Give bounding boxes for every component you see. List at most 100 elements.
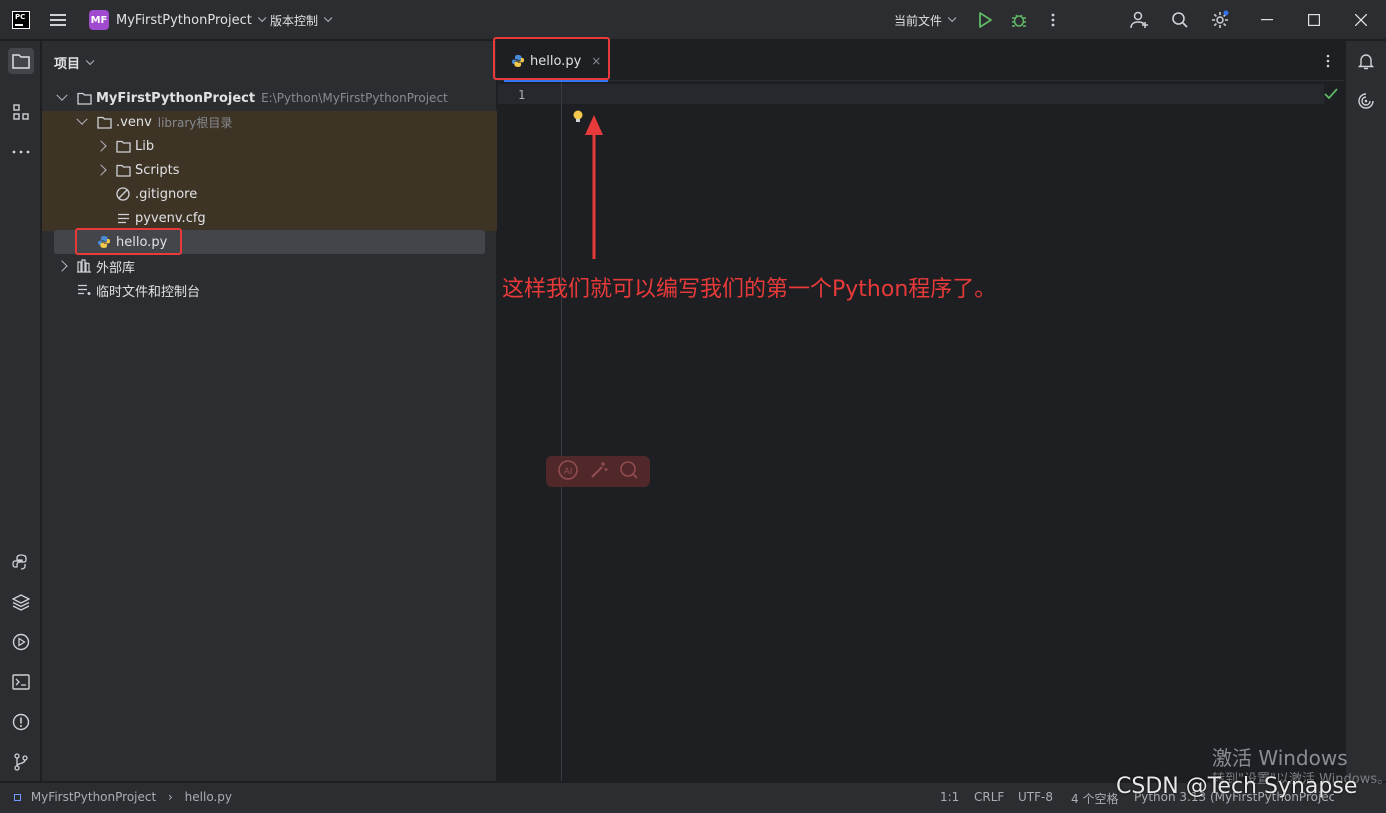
minimize-button[interactable] [1244,0,1290,40]
settings-button[interactable] [1210,10,1230,30]
ai-icon-button[interactable]: AI [557,459,579,485]
annotation-text: 这样我们就可以编写我们的第一个Python程序了。 [502,277,997,302]
main-menu-button[interactable] [50,0,70,40]
layers-icon [12,594,30,611]
tree-node-scratches[interactable]: 临时文件和控制台 [76,278,200,302]
tree-node-scripts[interactable]: Scripts [95,158,180,182]
tree-node-pyvenv[interactable]: pyvenv.cfg [115,206,206,230]
ai-icon: AI [558,459,578,480]
tree-node-label: .venv [116,114,152,130]
folder-icon [115,139,131,153]
bell-icon [1358,54,1374,70]
project-name-label: MyFirstPythonProject [116,12,252,28]
more-actions-button[interactable] [1043,10,1063,30]
python-console-button[interactable] [8,549,34,575]
pycharm-logo: PC [12,11,30,29]
more-tools-button[interactable] [8,139,34,165]
search-everywhere-button[interactable] [1170,10,1190,30]
library-icon [76,259,92,273]
hamburger-icon [50,11,66,29]
project-view-selector[interactable]: 项目 [54,53,95,72]
warning-circle-icon [12,713,30,731]
csdn-watermark: CSDN @Tech Synapse [1116,774,1358,799]
inspection-ok-icon[interactable] [1324,88,1338,104]
services-button[interactable] [8,629,34,655]
chevron-down-icon [323,13,333,23]
tree-node-hint: library根目录 [157,115,233,130]
module-icon [14,794,21,801]
chevron-down-icon [257,13,267,23]
close-icon [1355,14,1367,26]
tree-node-project-root[interactable]: MyFirstPythonProject E:\Python\MyFirstPy… [56,86,448,110]
minimize-icon [1261,19,1273,21]
tree-node-external-libraries[interactable]: 外部库 [56,254,135,278]
annotation-highlight-box [493,37,610,80]
line-separator[interactable]: CRLF [974,790,1004,804]
tree-node-label: MyFirstPythonProject [96,90,256,106]
expand-arrow-icon [76,113,88,125]
ai-assistant-icon [1358,93,1374,109]
caret-position[interactable]: 1:1 [940,790,959,804]
file-encoding[interactable]: UTF-8 [1018,790,1053,804]
run-config-selector[interactable]: 当前文件 [894,0,957,40]
more-horizontal-icon [12,150,30,154]
left-tool-strip [0,41,41,781]
project-badge[interactable]: MF [89,10,109,30]
line-number-gutter: 1 [498,82,562,781]
ai-search-button[interactable] [619,460,639,484]
tree-node-gitignore[interactable]: .gitignore [115,182,197,206]
magic-wand-button[interactable] [589,460,609,484]
editor-tab-bar: hello.py × [493,37,1344,82]
tab-actions-button[interactable] [1326,54,1330,72]
maximize-icon [1308,14,1320,26]
editor-area: hello.py × 1 这样我们就可以编写我们的第一个Python程序了。 A… [493,37,1344,781]
maximize-button[interactable] [1291,0,1337,40]
tree-node-venv[interactable]: .venv library根目录 [76,110,233,134]
folder-icon [76,91,92,105]
chevron-down-icon [85,56,95,65]
debug-icon [1012,14,1026,27]
line-number: 1 [518,88,526,102]
tree-node-label: .gitignore [135,186,198,202]
more-vertical-icon [1326,54,1330,68]
tree-node-lib[interactable]: Lib [95,134,155,158]
debug-button[interactable] [1009,10,1029,30]
tree-node-path: E:\Python\MyFirstPythonProject [261,91,448,105]
run-circle-icon [12,633,30,651]
git-button[interactable] [8,749,34,775]
collapse-arrow-icon [56,260,68,272]
breadcrumb-file[interactable]: hello.py [185,790,232,804]
code-with-me-button[interactable] [1130,10,1150,30]
intention-bulb-icon[interactable] [572,109,584,129]
run-config-label: 当前文件 [894,13,943,28]
python-packages-button[interactable] [8,589,34,615]
project-tool-button[interactable] [8,48,34,74]
vcs-label: 版本控制 [270,13,319,28]
folder-icon [12,54,30,69]
problems-button[interactable] [8,709,34,735]
windows-activation-watermark: 激活 Windows [1212,746,1348,770]
annotation-arrow [585,115,603,259]
terminal-icon [12,674,30,690]
tree-node-label: Lib [135,138,155,154]
structure-tool-button[interactable] [8,99,34,125]
collapse-arrow-icon [95,164,107,176]
close-button[interactable] [1338,0,1384,40]
ai-assistant-button[interactable] [1353,88,1379,114]
terminal-button[interactable] [8,669,34,695]
scratches-icon [76,283,92,297]
tree-node-label: pyvenv.cfg [135,210,206,226]
indent-setting[interactable]: 4 个空格 [1071,790,1118,807]
ignore-file-icon [115,187,131,201]
project-switcher[interactable]: MyFirstPythonProject [116,0,267,40]
magic-wand-icon [591,461,608,478]
expand-arrow-icon [56,89,68,101]
vcs-menu[interactable]: 版本控制 [270,0,333,40]
tree-node-label: Scripts [135,162,180,178]
more-vertical-icon [1051,13,1055,27]
tree-node-label: 临时文件和控制台 [96,284,201,300]
current-line-highlight [498,84,1324,104]
notifications-button[interactable] [1353,48,1379,74]
run-button[interactable] [975,10,995,30]
breadcrumb-project[interactable]: MyFirstPythonProject [31,790,156,804]
